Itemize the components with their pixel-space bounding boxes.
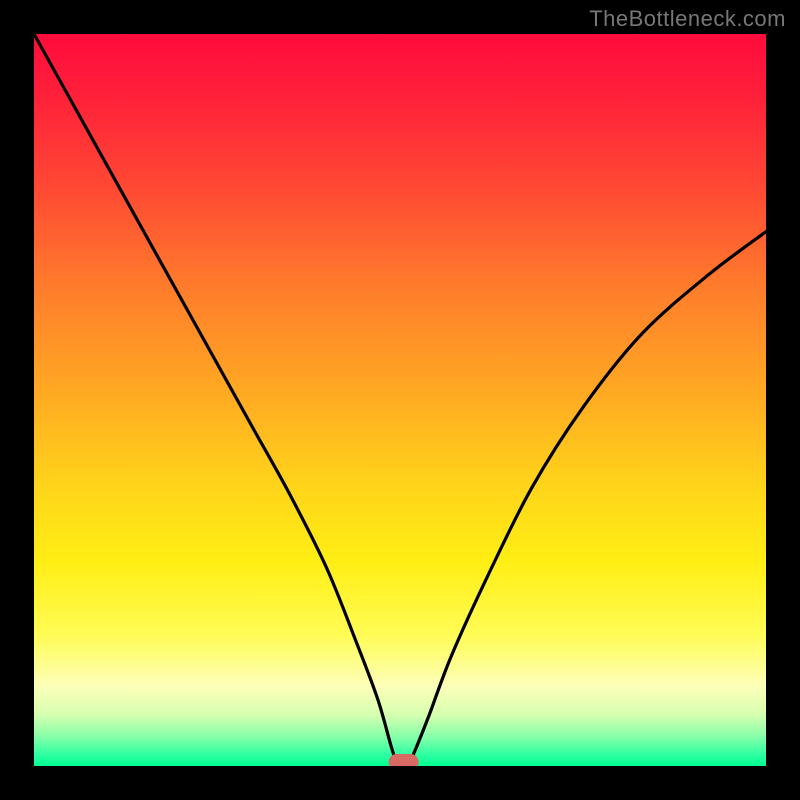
plot-area (34, 34, 766, 766)
optimum-marker (388, 754, 419, 766)
chart-frame: TheBottleneck.com (0, 0, 800, 800)
watermark-text: TheBottleneck.com (589, 6, 786, 32)
bottleneck-curve (34, 34, 766, 766)
